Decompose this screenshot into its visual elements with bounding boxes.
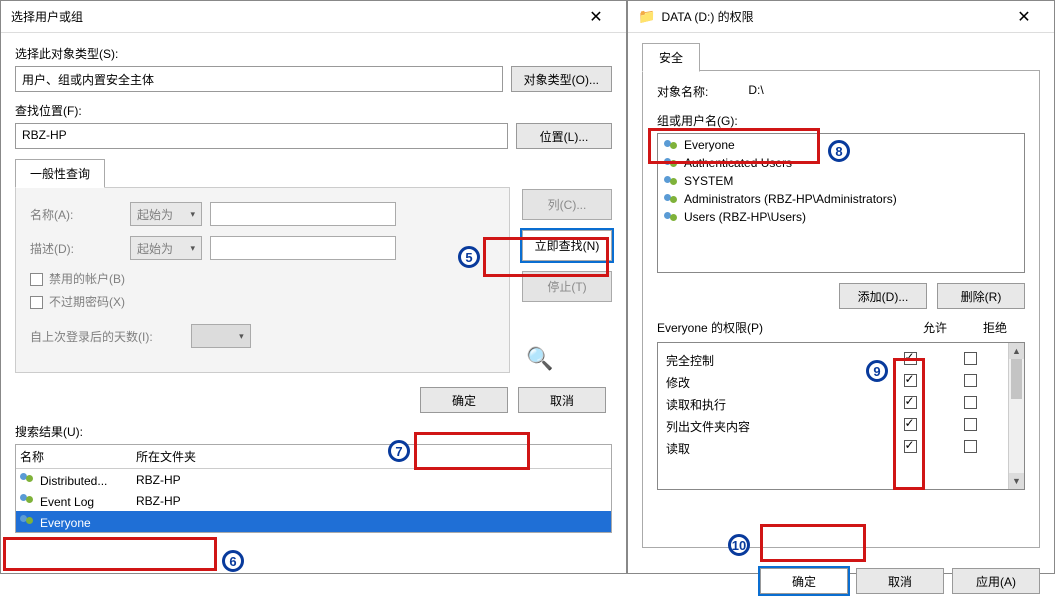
scroll-up-icon[interactable]: ▲ — [1009, 343, 1024, 359]
users-icon — [664, 210, 680, 224]
location-label: 查找位置(F): — [15, 102, 612, 119]
select-user-dialog: 选择用户或组 ✕ 选择此对象类型(S): 用户、组或内置安全主体 对象类型(O)… — [0, 0, 627, 574]
deny-header: 拒绝 — [965, 319, 1025, 336]
deny-checkbox[interactable] — [964, 440, 977, 453]
users-icon — [664, 174, 680, 188]
desc-input[interactable] — [210, 236, 396, 260]
search-folder-icon: 🔍 — [522, 345, 558, 373]
no-expire-checkbox[interactable] — [30, 296, 43, 309]
perm-row: 修改 — [666, 371, 1000, 393]
list-item[interactable]: Everyone — [660, 136, 1022, 154]
folder-icon: 📁 — [638, 8, 655, 24]
users-icon — [664, 156, 680, 170]
users-icon — [20, 471, 36, 485]
name-field-label: 名称(A): — [30, 206, 122, 223]
list-item[interactable]: Users (RBZ-HP\Users) — [660, 208, 1022, 226]
titlebar: 选择用户或组 ✕ — [1, 1, 626, 33]
stop-button[interactable]: 停止(T) — [522, 271, 612, 302]
col-name[interactable]: 名称 — [20, 448, 136, 465]
desc-match-combo[interactable]: 起始为▾ — [130, 236, 202, 260]
titlebar: 📁DATA (D:) 的权限 ✕ — [628, 1, 1054, 33]
ok-button[interactable]: 确定 — [760, 568, 848, 594]
users-icon — [20, 513, 36, 527]
close-icon[interactable]: ✕ — [1004, 7, 1044, 27]
scroll-thumb[interactable] — [1011, 359, 1022, 399]
result-row[interactable]: Event Log RBZ-HP — [16, 490, 611, 511]
deny-checkbox[interactable] — [964, 418, 977, 431]
permissions-box: 完全控制 修改 读取和执行 列出文件夹内容 读取 ▲ ▼ — [657, 342, 1025, 490]
columns-button[interactable]: 列(C)... — [522, 189, 612, 220]
deny-checkbox[interactable] — [964, 374, 977, 387]
list-item[interactable]: SYSTEM — [660, 172, 1022, 190]
allow-header: 允许 — [905, 319, 965, 336]
object-type-label: 选择此对象类型(S): — [15, 45, 612, 62]
dialog-title: 📁DATA (D:) 的权限 — [638, 8, 754, 25]
disabled-accounts-checkbox[interactable] — [30, 273, 43, 286]
object-type-field[interactable]: 用户、组或内置安全主体 — [15, 66, 503, 92]
location-field[interactable]: RBZ-HP — [15, 123, 508, 149]
close-icon[interactable]: ✕ — [576, 7, 616, 27]
allow-checkbox[interactable] — [904, 352, 917, 365]
tab-security[interactable]: 安全 — [642, 43, 700, 72]
remove-button[interactable]: 删除(R) — [937, 283, 1025, 309]
object-types-button[interactable]: 对象类型(O)... — [511, 66, 612, 92]
disabled-accounts-label: 禁用的帐户(B) — [49, 272, 125, 286]
perm-row: 列出文件夹内容 — [666, 415, 1000, 437]
results-header: 名称 所在文件夹 — [16, 445, 611, 469]
users-icon — [664, 138, 680, 152]
users-icon — [664, 192, 680, 206]
scroll-down-icon[interactable]: ▼ — [1009, 473, 1024, 489]
allow-checkbox[interactable] — [904, 418, 917, 431]
chevron-down-icon: ▾ — [239, 331, 244, 342]
list-item[interactable]: Administrators (RBZ-HP\Administrators) — [660, 190, 1022, 208]
result-row-selected[interactable]: Everyone — [16, 511, 611, 532]
perm-row: 读取和执行 — [666, 393, 1000, 415]
chevron-down-icon: ▾ — [190, 209, 195, 220]
dialog-title: 选择用户或组 — [11, 8, 83, 25]
permissions-label: Everyone 的权限(P) — [657, 319, 763, 336]
add-button[interactable]: 添加(D)... — [839, 283, 927, 309]
name-input[interactable] — [210, 202, 396, 226]
deny-checkbox[interactable] — [964, 352, 977, 365]
find-now-button[interactable]: 立即查找(N) — [522, 230, 612, 261]
object-name-value: D:\ — [748, 83, 763, 100]
users-icon — [20, 492, 36, 506]
results-label: 搜索结果(U): — [15, 423, 612, 440]
perm-row: 完全控制 — [666, 349, 1000, 371]
days-combo[interactable]: ▾ — [191, 324, 251, 348]
col-folder[interactable]: 所在文件夹 — [136, 448, 196, 465]
tab-general-query[interactable]: 一般性查询 — [15, 159, 105, 188]
allow-checkbox[interactable] — [904, 374, 917, 387]
allow-checkbox[interactable] — [904, 440, 917, 453]
deny-checkbox[interactable] — [964, 396, 977, 409]
days-since-label: 自上次登录后的天数(I): — [30, 328, 153, 345]
groups-users-label: 组或用户名(G): — [657, 112, 1025, 129]
ok-button[interactable]: 确定 — [420, 387, 508, 413]
allow-checkbox[interactable] — [904, 396, 917, 409]
cancel-button[interactable]: 取消 — [856, 568, 944, 594]
cancel-button[interactable]: 取消 — [518, 387, 606, 413]
perm-row: 读取 — [666, 437, 1000, 459]
result-row[interactable]: Distributed... RBZ-HP — [16, 469, 611, 490]
desc-field-label: 描述(D): — [30, 240, 122, 257]
scrollbar[interactable]: ▲ ▼ — [1008, 343, 1024, 489]
permissions-dialog: 📁DATA (D:) 的权限 ✕ 安全 对象名称: D:\ 组或用户名(G): … — [627, 0, 1055, 574]
principals-list[interactable]: Everyone Authenticated Users SYSTEM Admi… — [657, 133, 1025, 273]
name-match-combo[interactable]: 起始为▾ — [130, 202, 202, 226]
chevron-down-icon: ▾ — [190, 243, 195, 254]
list-item[interactable]: Authenticated Users — [660, 154, 1022, 172]
no-expire-label: 不过期密码(X) — [49, 295, 125, 309]
apply-button[interactable]: 应用(A) — [952, 568, 1040, 594]
object-name-label: 对象名称: — [657, 83, 708, 100]
locations-button[interactable]: 位置(L)... — [516, 123, 612, 149]
